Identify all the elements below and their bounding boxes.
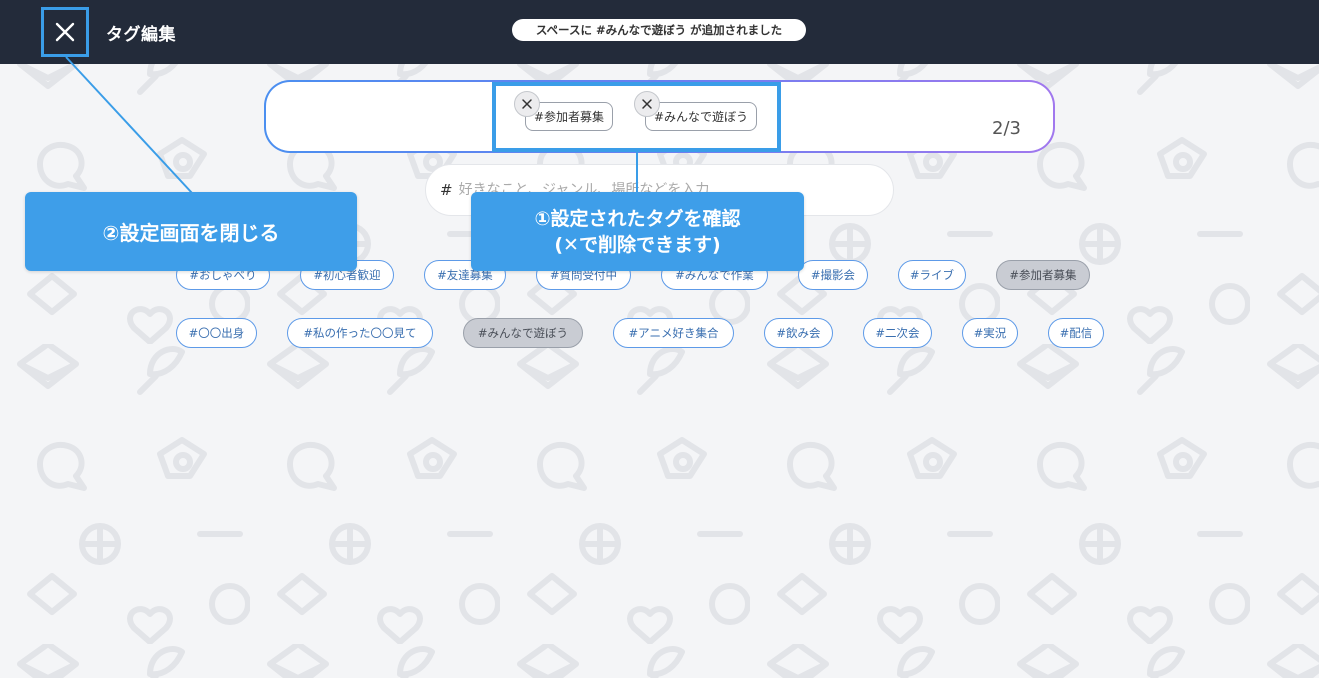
tag-chip[interactable]: #飲み会 [764,318,833,348]
tag-chip[interactable]: #ライブ [898,260,966,290]
tag-chip[interactable]: #〇〇出身 [176,318,257,348]
tag-chip[interactable]: #実況 [962,318,1018,348]
toast-notification: スペースに #みんなで遊ぼう が追加されました [512,19,806,41]
tag-chip[interactable]: #撮影会 [798,260,868,290]
tag-chip[interactable]: #二次会 [863,318,932,348]
background-pattern [0,64,1319,678]
tag-chip[interactable]: #アニメ好き集合 [613,318,734,348]
tag-chip-selected[interactable]: #みんなで遊ぼう [463,318,583,348]
annotation-close-settings: ②設定画面を閉じる [25,192,357,271]
tag-count: 2/3 [992,118,1021,139]
annotation-left-text: ②設定画面を閉じる [102,221,280,245]
tag-chip[interactable]: #配信 [1048,318,1104,348]
selected-tags-highlight [492,82,781,152]
tag-chip[interactable]: #私の作った〇〇見て [287,318,433,348]
annotation-right-line1: ①設定されたタグを確認 [534,207,741,230]
annotation-right-line2: (✕で削除できます) [554,233,721,256]
close-icon [55,22,75,42]
page-title: タグ編集 [106,25,176,45]
close-button[interactable] [41,7,89,57]
hash-prefix: # [440,181,453,199]
annotation-check-tags: ①設定されたタグを確認 (✕で削除できます) [471,192,804,271]
header-bar: タグ編集 スペースに #みんなで遊ぼう が追加されました [0,0,1319,64]
tag-chip-selected[interactable]: #参加者募集 [996,260,1090,290]
